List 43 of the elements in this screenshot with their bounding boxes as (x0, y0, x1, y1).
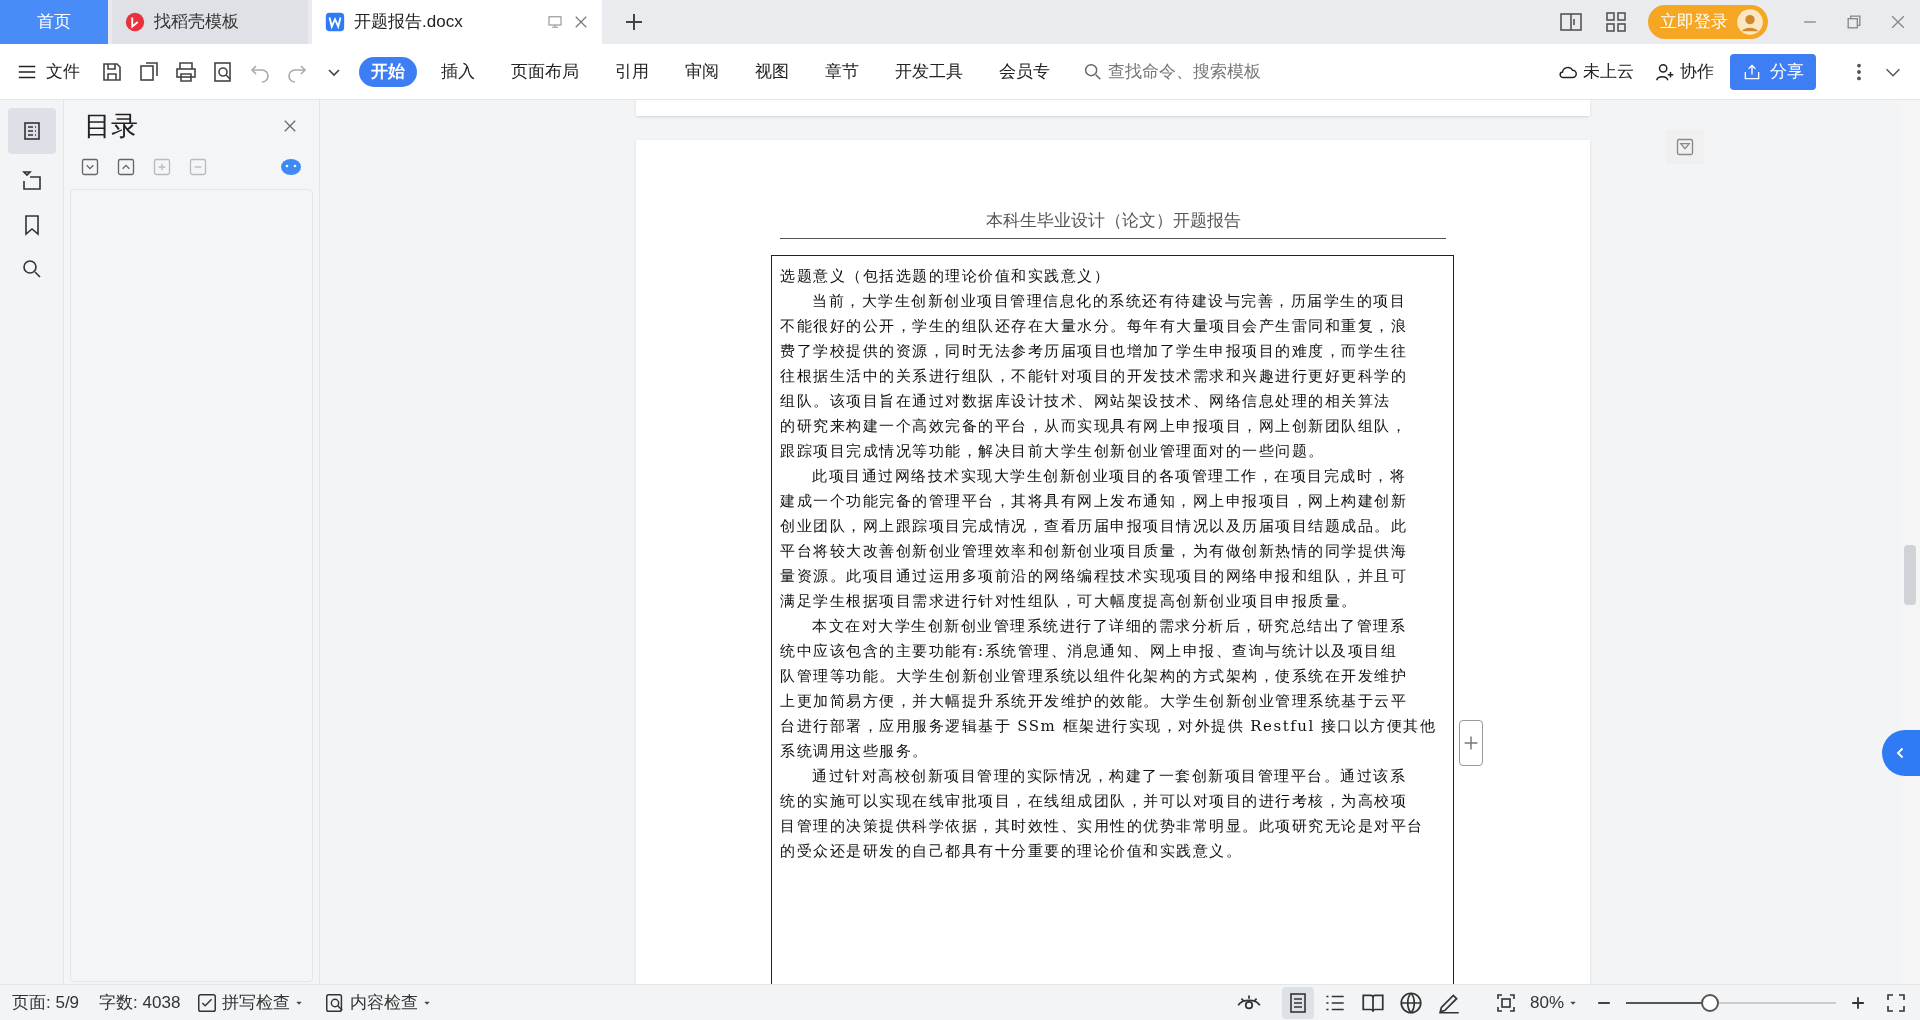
grid-icon[interactable] (1604, 10, 1628, 34)
ribbon-tab[interactable]: 页面布局 (499, 56, 591, 87)
print-icon[interactable] (174, 59, 198, 84)
paragraph: 本文在对大学生创新创业管理系统进行了详细的需求分析后，研究总结出了管理系 统中应该包含的主要功能有:系统管理、消息通知、网上申报、查询与统计以及项目组 队管理等功能。大学生创新创业管理系统以组件化架构的方式架构，使系统在开发维护 上更加简易方便，并大幅提升系统开发维护的效能。大学生创新创业管理系统基于云平 台进行部署，应用服务逻辑基于 SSm 框架进行实现，对外提供 Restful 接口以方便其他 系统调用这些服务。 (780, 616, 1438, 762)
zoom-level-dropdown[interactable]: 80% (1529, 989, 1578, 1016)
content-check-button[interactable]: 内容检查 (320, 989, 437, 1016)
zoom-slider-thumb[interactable] (1701, 993, 1719, 1012)
ribbon-tab[interactable]: 章节 (813, 56, 871, 87)
paragraph: 此项目通过网络技术实现大学生创新创业项目的各项管理工作，在项目完成时，将 建成一个功能完备的管理平台，其将具有网上发布通知，网上申报项目，网上构建创新 创业团队，网上跟踪项目完成情况，查看历届申报项目情况以及历届项目结题成品。此 平台将较大改善创新创业管理效率和创新创业项目质量，为有做创新热情的同学提供海 量资源。此项目通过运用多项前沿的网络编程技术实现项目的网络申报和组队，并且可 满足学生根据项目需求进行针对性组队，可大幅度提高创新创业项目申报质量。 (780, 466, 1408, 612)
ribbon-tab[interactable]: 开始 (359, 56, 417, 87)
collapse-icon[interactable] (116, 156, 136, 177)
expand-icon[interactable] (80, 156, 100, 177)
ribbon-tab[interactable]: 开发工具 (883, 56, 975, 87)
tab[interactable]: 找稻壳模板 (112, 0, 308, 44)
ribbon-tab[interactable]: 会员专 (987, 56, 1062, 87)
paragraph: 通过针对高校创新项目管理的实际情况，构建了一套创新项目管理平台。通过该系 统的实施可以实现在线审批项目，在线组成团队，并可以对项目的进行考核，为高校项 目管理的决策提供科学依据，其时效性、实用性的优势非常明显。此项研究无论是对平台 的受众还是研发的自己都具有十分重要的理论价值和实践意义。 (780, 766, 1425, 862)
section-heading: 选题意义（包括选题的理论价值和实践意义） (780, 266, 1111, 287)
tab[interactable]: 开题报告.docx (312, 0, 602, 44)
page-indicator: 页面: 5/9 (12, 991, 80, 1014)
panel-title: 目录 (84, 110, 138, 143)
add-icon[interactable] (1459, 720, 1483, 766)
document-logo-icon (324, 11, 346, 33)
share-button[interactable]: 分享 (1730, 53, 1816, 90)
avatar-icon (1736, 8, 1764, 36)
file-menu[interactable]: 文件 (16, 58, 80, 85)
export-icon[interactable] (137, 59, 161, 84)
table-of-contents-icon[interactable] (7, 108, 56, 154)
ribbon-tab[interactable]: 插入 (429, 56, 487, 87)
scrollbar-thumb[interactable] (1904, 545, 1916, 605)
page-header: 本科生毕业设计（论文）开题报告 (780, 208, 1446, 239)
word-count: 字数: 4038 (99, 991, 181, 1014)
collapse-left-icon[interactable] (1882, 730, 1920, 776)
search-field[interactable]: 查找命令、搜索模板 (1082, 58, 1302, 85)
filter-icon[interactable] (1666, 130, 1704, 164)
collaborate-button[interactable]: 协作 (1654, 58, 1714, 85)
paragraph: 当前，大学生创新创业项目管理信息化的系统还有待建设与完善，历届学生的项目 不能很好的公开，学生的组队还存在大量水分。每年有大量项目会产生雷同和重复，浪 费了学校提供的资源，同时无法参考历届项目也增加了学生申报项目的难度，而学生往 往根据生活中的关系进行组队，不能针对项目的开发技术需求和兴趣进行更好更科学的 组队。该项目旨在通过对数据库设计技术、网站架设技术、网络信息处理的相关算法 的研究来构建一个高效完备的平台，从而实现具有网上申报项目，网上创新团队组队， 跟踪项目完成情况等功能，解决目前大学生创新创业管理面对的一些问题。 (780, 291, 1408, 462)
page-view-icon[interactable] (1281, 986, 1314, 1019)
ribbon-tab[interactable]: 引用 (603, 56, 661, 87)
ribbon-tab[interactable]: 审阅 (673, 56, 731, 87)
ribbon-tab[interactable]: 视图 (743, 56, 801, 87)
web-view-icon[interactable] (1397, 989, 1424, 1016)
cloud-status-button[interactable]: 未上云 (1557, 58, 1634, 85)
spell-check-button[interactable]: 拼写检查 (192, 989, 309, 1016)
